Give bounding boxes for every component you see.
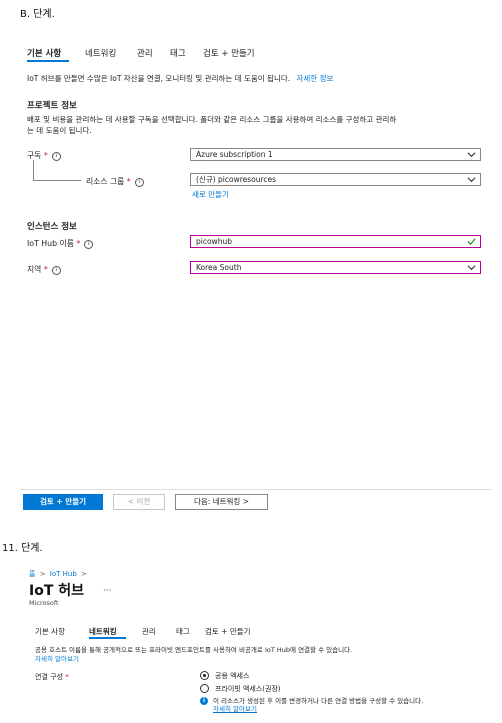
active-tab-underline [27,60,69,62]
create-new-link[interactable]: 새로 만들기 [192,189,229,200]
tab-tags[interactable]: 태그 [170,47,186,59]
info-note: i 이 리소스가 생성된 후 이를 변경하거나 다른 연결 방법을 구성할 수 … [200,697,423,713]
tree-connector [33,160,81,181]
region-dropdown[interactable]: Korea South [190,261,481,274]
private-access-label: 프라이빗 액세스(권장) [215,685,281,693]
tab-management[interactable]: 관리 [137,47,153,59]
breadcrumb-home[interactable]: 홈 [29,570,35,578]
info-circle-icon: i [200,697,208,705]
chevron-down-icon [467,152,476,158]
region-label: 지역 * i [27,264,61,275]
previous-button[interactable]: < 이전 [113,494,165,510]
tab-management[interactable]: 관리 [142,626,156,637]
info-icon: i [51,265,61,275]
resource-group-dropdown[interactable]: (신규) picowresources [190,173,481,186]
active-tab-underline [89,637,126,639]
breadcrumb: 홈 > IoT Hub > [29,570,87,578]
info-icon: i [134,177,144,187]
resource-group-label: 리소스 그룹 * i [86,176,144,187]
next-networking-button[interactable]: 다음: 네트워킹 > [175,494,268,510]
chevron-down-icon [467,177,476,183]
info-icon: i [84,239,94,249]
more-options-icon[interactable]: ··· [103,586,112,596]
hub-name-input[interactable]: picowhub [190,235,481,248]
chevron-down-icon [467,265,476,271]
hub-name-label: IoT Hub 이름 * i [27,238,94,249]
tab-networking[interactable]: 네트워킹 [85,47,116,59]
learn-more-link[interactable]: 자세한 정보 [297,74,334,83]
page-subtitle: Microsoft [29,599,59,607]
learn-more-link[interactable]: 자세히 알아보기 [35,655,352,664]
connectivity-label: 연결 구성 * [35,673,69,681]
checkmark-icon [467,238,476,245]
public-access-label: 공용 액세스 [215,672,250,680]
networking-desc: 공용 호스트 이름을 통해 공개적으로 또는 프라이빗 엔드포인트를 사용하여 … [35,646,353,664]
tab-tags[interactable]: 태그 [176,626,190,637]
breadcrumb-iothub[interactable]: IoT Hub [50,570,77,578]
intro-text: IoT 허브를 만들면 수많은 IoT 자산을 연결, 모니터링 및 관리하는 … [27,74,334,83]
note-learn-more-link[interactable]: 자세히 알아보기 [213,705,423,713]
tab-basics[interactable]: 기본 사항 [27,47,61,59]
step-b-label: B. 단계. [20,9,55,20]
public-access-radio[interactable] [200,671,209,680]
tab-networking[interactable]: 네트워킹 [89,626,117,637]
subscription-dropdown[interactable]: Azure subscription 1 [190,148,481,161]
page-title: IoT 허브 ··· [29,583,112,599]
footer-divider [20,489,492,490]
review-create-button[interactable]: 검토 + 만들기 [23,494,103,510]
tab-review-create[interactable]: 검토 + 만들기 [205,626,251,637]
tab-review-create[interactable]: 검토 + 만들기 [203,47,255,59]
project-details-heading: 프로젝트 정보 [27,101,77,111]
step-11-label: 11. 단계. [2,543,43,554]
instance-details-heading: 인스턴스 정보 [27,222,77,232]
private-access-radio[interactable] [200,684,209,693]
project-details-desc: 배포 및 비용을 관리하는 데 사용할 구독을 선택합니다. 폴더와 같은 리소… [27,115,397,135]
tab-basics[interactable]: 기본 사항 [35,626,65,637]
